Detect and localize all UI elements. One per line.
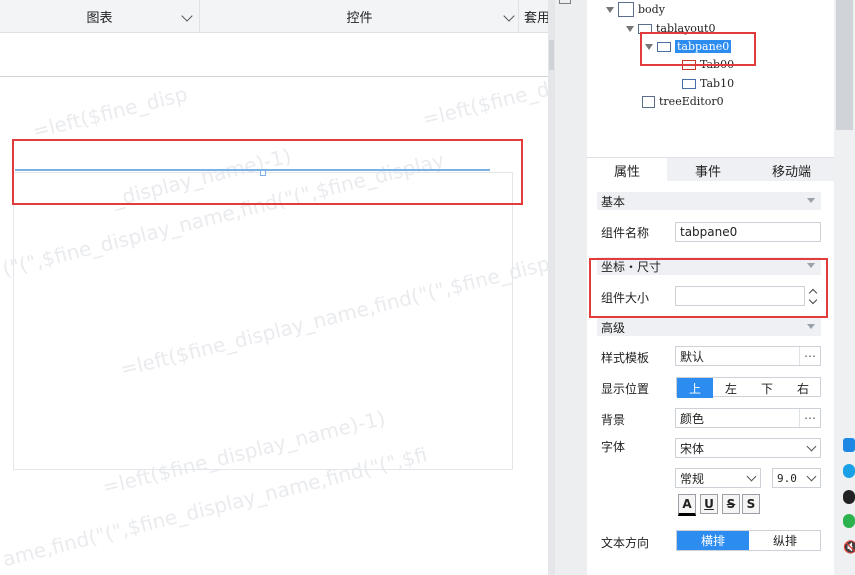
position-left[interactable]: 左 [713, 378, 749, 398]
template-label: 样式模板 [601, 351, 650, 365]
tree-node-tab10[interactable]: Tab10 [682, 77, 734, 90]
tab-label: 属性 [613, 164, 640, 180]
chevron-down-icon [806, 471, 817, 482]
font-color-button[interactable]: A [678, 494, 696, 516]
widget-dropdown[interactable]: 控件 [201, 0, 519, 33]
expand-icon[interactable] [606, 6, 614, 13]
collapse-icon[interactable] [807, 324, 815, 329]
highlight-box-tabpane [12, 139, 523, 205]
direction-segmented: 横排 纵排 [676, 530, 821, 551]
font-color-icon: A [682, 497, 692, 511]
seg-label: 下 [760, 381, 773, 396]
name-value: tabpane0 [680, 225, 738, 239]
tab-events[interactable]: 事件 [668, 158, 748, 182]
seg-label: 右 [796, 381, 809, 396]
strikethrough-button[interactable]: S [722, 494, 740, 514]
highlight-box-tree [640, 32, 756, 66]
expand-icon[interactable] [626, 25, 634, 32]
seg-label: 上 [688, 381, 701, 396]
body-icon [618, 2, 634, 17]
apply-dropdown-label: 套用 [524, 11, 551, 26]
font-family-value: 宋体 [680, 441, 705, 456]
widget-tree: body tablayout0 tabpane0 Tab00 Tab10 tre… [587, 0, 834, 157]
seg-label: 左 [724, 381, 737, 396]
section-basic[interactable]: 基本 [597, 192, 821, 210]
chevron-down-icon [181, 10, 193, 22]
tree-node-label: treeEditor0 [659, 95, 724, 108]
watermark-text: =left($fine_d [420, 78, 548, 132]
section-advanced[interactable]: 高级 [597, 318, 821, 336]
tree-node-treeeditor[interactable]: treeEditor0 [642, 95, 724, 108]
position-bottom[interactable]: 下 [749, 378, 785, 398]
chart-dropdown-label: 图表 [86, 11, 113, 26]
tabpane-widget[interactable] [13, 172, 513, 470]
chat-app-icon[interactable] [843, 464, 855, 478]
direction-vertical[interactable]: 纵排 [749, 531, 821, 550]
strikethrough-icon: S [726, 497, 736, 511]
underline-button[interactable]: U [700, 494, 718, 514]
canvas-scrollbar-thumb[interactable] [549, 40, 554, 70]
background-value: 颜色 [680, 411, 705, 426]
seg-label: 纵排 [772, 534, 797, 548]
tree-editor-icon [642, 95, 655, 108]
seg-label: 横排 [700, 534, 725, 548]
name-label: 组件名称 [601, 226, 650, 240]
font-style-value: 常规 [680, 471, 705, 486]
tree-node-label: Tab10 [700, 77, 735, 90]
position-right[interactable]: 右 [785, 378, 821, 398]
chevron-down-icon [806, 441, 817, 452]
underline-icon: U [704, 497, 714, 511]
font-family-select[interactable]: 宋体 [675, 438, 821, 458]
shadow-icon: S [746, 497, 756, 511]
tree-node-body[interactable]: body [606, 2, 665, 17]
widget-dropdown-label: 控件 [346, 11, 373, 26]
highlight-box-size [589, 258, 828, 318]
widget-toolbar: 图表 控件 套用 [0, 0, 551, 33]
position-segmented: 上 左 下 右 [676, 377, 821, 398]
tab-label: 事件 [694, 164, 721, 180]
chart-dropdown[interactable]: 图表 [0, 0, 200, 33]
name-field[interactable]: tabpane0 [675, 222, 821, 242]
section-title: 高级 [601, 320, 626, 335]
chevron-down-icon [746, 471, 757, 482]
section-title: 基本 [601, 194, 626, 209]
volume-muted-icon[interactable]: 🔇 [843, 540, 855, 554]
template-value: 默认 [680, 349, 705, 364]
font-size-select[interactable]: 9.0 [772, 468, 821, 488]
tab-mobile[interactable]: 移动端 [749, 158, 834, 182]
watermark-text: =left($fine_disp [30, 81, 190, 144]
panel-scrollbar-thumb[interactable] [836, 0, 853, 130]
tree-node-label: body [638, 3, 665, 16]
direction-label: 文本方向 [601, 536, 650, 550]
qq-icon[interactable] [843, 490, 855, 504]
tab-label: 移动端 [771, 164, 811, 180]
chevron-down-icon [503, 10, 515, 22]
wechat-icon[interactable] [843, 514, 855, 528]
position-label: 显示位置 [601, 382, 650, 396]
shadow-button[interactable]: S [742, 494, 760, 514]
design-toolstrip [0, 34, 548, 77]
tab-icon [682, 78, 696, 89]
font-label: 字体 [601, 440, 626, 454]
position-top[interactable]: 上 [677, 378, 713, 398]
background-field[interactable]: 颜色 ⋯ [675, 408, 821, 428]
tab-attributes[interactable]: 属性 [587, 158, 667, 182]
template-field[interactable]: 默认 ⋯ [675, 346, 821, 366]
collapse-icon[interactable] [807, 198, 815, 203]
background-label: 背景 [601, 413, 626, 427]
layout-icon [559, 0, 571, 4]
more-icon[interactable]: ⋯ [799, 409, 820, 427]
font-style-select[interactable]: 常规 [675, 468, 761, 488]
app-icon[interactable] [843, 438, 855, 452]
canvas-scrollbar[interactable] [548, 0, 555, 575]
direction-horizontal[interactable]: 横排 [677, 531, 749, 550]
panel-divider [555, 0, 587, 575]
property-tabs: 属性 事件 移动端 [587, 157, 834, 182]
more-icon[interactable]: ⋯ [799, 347, 820, 365]
font-size-value: 9.0 [777, 471, 797, 485]
